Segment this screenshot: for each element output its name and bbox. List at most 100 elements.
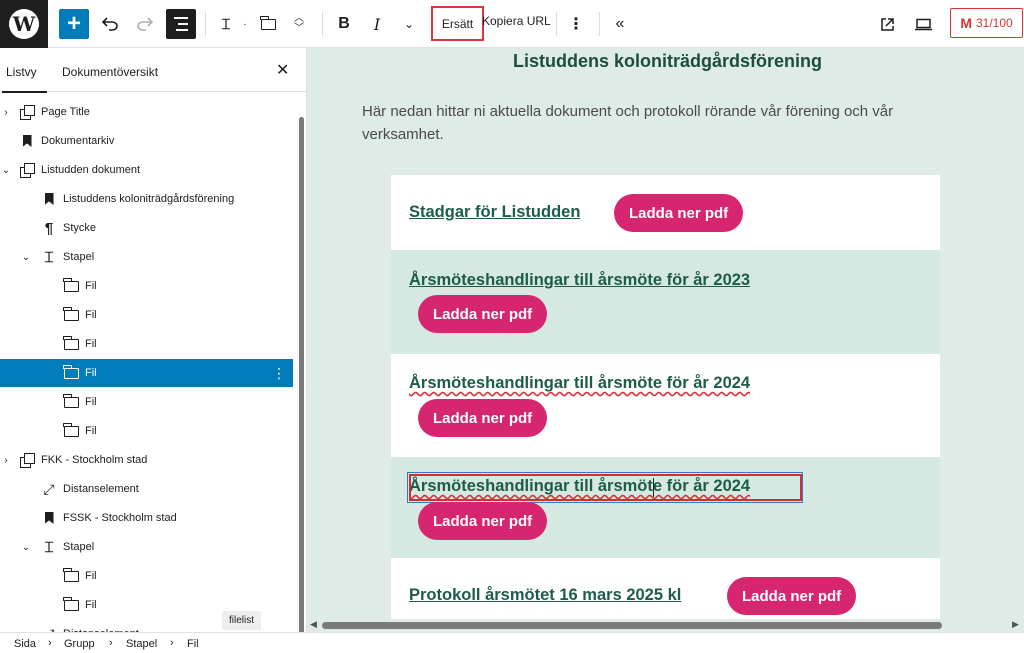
undo-button[interactable] bbox=[98, 8, 122, 40]
copy-url-button[interactable]: Kopiera URL bbox=[482, 14, 551, 28]
sidebar-item-label: Page Title bbox=[41, 106, 90, 118]
score-logo-icon: M bbox=[960, 15, 972, 31]
folder-icon bbox=[62, 306, 80, 324]
folder-icon bbox=[62, 422, 80, 440]
copy-icon bbox=[18, 103, 36, 121]
readability-score-button[interactable]: M 31/100 bbox=[950, 8, 1023, 38]
sidebar-item-label: Fil bbox=[85, 309, 97, 321]
sidebar-item[interactable]: ⤢ Distanselement bbox=[0, 475, 293, 503]
sidebar-item-label: Fil bbox=[85, 280, 97, 292]
sidebar-item[interactable]: Fil ⋮ bbox=[0, 359, 293, 387]
breadcrumb-item[interactable]: Sida bbox=[14, 638, 36, 650]
sidebar-item[interactable]: ¶ Stycke bbox=[0, 214, 293, 242]
drag-handle-icon[interactable]: · bbox=[240, 8, 250, 40]
tab-listvy[interactable]: Listvy bbox=[2, 65, 47, 93]
folder-icon bbox=[259, 15, 276, 30]
chevron-down-icon[interactable]: ⌄ bbox=[20, 252, 32, 263]
bookmark-icon bbox=[18, 132, 36, 150]
chevron-down-icon[interactable]: ⌄ bbox=[0, 165, 12, 176]
document-link[interactable]: Årsmöteshandlingar till årsmöte för år 2… bbox=[409, 271, 750, 290]
undo-icon bbox=[102, 17, 118, 31]
highlight-outline bbox=[409, 474, 802, 501]
page-heading[interactable]: Listuddens koloniträdgårdsförening bbox=[307, 51, 1024, 72]
bookmark-icon bbox=[40, 190, 58, 208]
breadcrumb-item[interactable]: Stapel bbox=[126, 638, 157, 650]
list-view-button[interactable] bbox=[166, 9, 196, 39]
item-options-icon[interactable]: ⋮ bbox=[272, 365, 286, 382]
document-link[interactable]: Stadgar för Listudden bbox=[409, 203, 580, 222]
replace-button[interactable]: Ersätt bbox=[431, 6, 484, 41]
folder-icon bbox=[62, 277, 80, 295]
bold-button[interactable]: B bbox=[332, 8, 356, 40]
sidebar-item[interactable]: Fil bbox=[0, 417, 293, 445]
sidebar-item[interactable]: FSSK - Stockholm stad bbox=[0, 504, 293, 532]
more-formatting-button[interactable]: ⌄ bbox=[398, 8, 420, 40]
resize-icon: ⤢ bbox=[40, 625, 58, 633]
stack-block-icon[interactable]: ⌶ bbox=[214, 8, 238, 40]
scroll-right-icon[interactable]: ▶ bbox=[1012, 619, 1019, 630]
document-item: Årsmöteshandlingar till årsmöte för år 2… bbox=[391, 354, 940, 457]
tab-dokumentoversikt[interactable]: Dokumentöversikt bbox=[62, 65, 158, 79]
wordpress-icon: W bbox=[9, 9, 39, 39]
canvas-horizontal-scrollbar[interactable] bbox=[322, 622, 942, 629]
breadcrumb-item[interactable]: Grupp bbox=[64, 638, 95, 650]
score-counter: 31/100 bbox=[975, 16, 1013, 30]
breadcrumb-item: Fil bbox=[187, 638, 199, 650]
move-up-down-button[interactable]: ︿ ﹀ bbox=[289, 8, 309, 40]
download-pdf-button[interactable]: Ladda ner pdf bbox=[418, 502, 548, 540]
download-pdf-button[interactable]: Ladda ner pdf bbox=[418, 295, 548, 333]
sidebar-item[interactable]: ⌄ ⌶ Stapel bbox=[0, 533, 293, 561]
chevron-down-icon[interactable]: ⌄ bbox=[20, 542, 32, 553]
sidebar-item[interactable]: Dokumentarkiv bbox=[0, 127, 293, 155]
copy-icon bbox=[18, 161, 36, 179]
folder-icon bbox=[62, 335, 80, 353]
paragraph-icon: ¶ bbox=[44, 219, 54, 237]
stack-icon: ⌶ bbox=[44, 538, 54, 556]
sidebar-item[interactable]: Fil bbox=[0, 272, 293, 300]
sidebar-item[interactable]: › FKK - Stockholm stad bbox=[0, 446, 293, 474]
sidebar-item-label: Listudden dokument bbox=[41, 164, 141, 176]
sidebar-item[interactable]: ⌄ Listudden dokument bbox=[0, 156, 293, 184]
sidebar-item[interactable]: Fil bbox=[0, 388, 293, 416]
scroll-left-icon[interactable]: ◀ bbox=[310, 619, 317, 630]
editor-canvas: Listuddens koloniträdgårdsförening Här n… bbox=[307, 48, 1024, 632]
download-pdf-button[interactable]: Ladda ner pdf bbox=[418, 399, 548, 437]
external-link-icon bbox=[880, 17, 894, 31]
download-pdf-button[interactable]: Ladda ner pdf bbox=[614, 194, 744, 232]
sidebar-item[interactable]: Fil bbox=[0, 301, 293, 329]
redo-button[interactable] bbox=[133, 8, 157, 40]
sidebar-item-label: Fil bbox=[85, 338, 97, 350]
block-options-button[interactable]: ⋮ bbox=[565, 8, 587, 40]
view-page-button[interactable] bbox=[875, 8, 899, 40]
add-block-button[interactable]: + bbox=[59, 9, 89, 39]
chevron-right-icon[interactable]: › bbox=[0, 455, 12, 466]
preview-button[interactable] bbox=[910, 8, 936, 40]
block-tree: › Page Title Dokumentarkiv ⌄ Listudden dokum… bbox=[0, 98, 296, 632]
double-chevron-left-icon: « bbox=[615, 15, 625, 32]
list-view-sidebar: Listvy Dokumentöversikt ✕ › Page Title Dok… bbox=[0, 48, 307, 653]
folder-icon bbox=[62, 393, 80, 411]
sidebar-item-label: Fil bbox=[85, 599, 97, 611]
file-block-button[interactable] bbox=[256, 8, 280, 40]
sidebar-item[interactable]: Fil bbox=[0, 330, 293, 358]
editor-toolbar: W + ⌶ · ︿ ﹀ B I ⌄ Ersätt Kopiera URL ⋮ « … bbox=[0, 0, 1024, 48]
sidebar-item[interactable]: Listuddens koloniträdgårdsförening bbox=[0, 185, 293, 213]
document-link[interactable]: Årsmöteshandlingar till årsmöte för år 2… bbox=[409, 374, 750, 393]
wordpress-logo-button[interactable]: W bbox=[0, 0, 48, 48]
chevron-down-icon: ⌄ bbox=[403, 17, 415, 31]
collapse-toolbar-button[interactable]: « bbox=[609, 8, 631, 40]
sidebar-item[interactable]: Fil bbox=[0, 562, 293, 590]
close-sidebar-button[interactable]: ✕ bbox=[276, 60, 289, 80]
sidebar-item[interactable]: › Page Title bbox=[0, 98, 293, 126]
sidebar-item-label: FKK - Stockholm stad bbox=[41, 454, 148, 466]
download-pdf-button[interactable]: Ladda ner pdf bbox=[727, 577, 857, 615]
sidebar-scrollbar[interactable] bbox=[299, 117, 304, 653]
chevron-right-icon[interactable]: › bbox=[0, 107, 12, 118]
document-link[interactable]: Protokoll årsmötet 16 mars 2025 kl bbox=[409, 586, 681, 605]
chevron-right-icon: › bbox=[170, 637, 174, 649]
chevron-right-icon: › bbox=[109, 637, 113, 649]
intro-paragraph[interactable]: Här nedan hittar ni aktuella dokument oc… bbox=[362, 100, 962, 146]
italic-button[interactable]: I bbox=[365, 8, 389, 40]
sidebar-item[interactable]: ⌄ ⌶ Stapel bbox=[0, 243, 293, 271]
close-icon: ✕ bbox=[276, 62, 290, 79]
